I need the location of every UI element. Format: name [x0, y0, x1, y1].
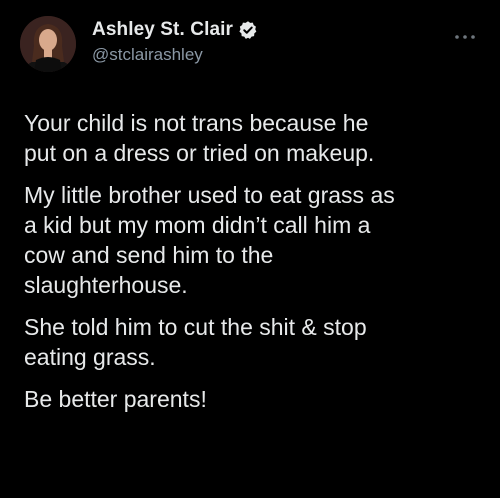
verified-badge-icon — [238, 20, 258, 40]
tweet-paragraph: Your child is not trans because he put o… — [24, 110, 375, 166]
user-handle[interactable]: @stclairashley — [92, 45, 258, 65]
name-row: Ashley St. Clair — [92, 18, 258, 42]
tweet-paragraph: Be better parents! — [24, 386, 207, 412]
avatar[interactable] — [20, 16, 76, 72]
tweet-card: Ashley St. Clair @stclairashley Your chi… — [0, 0, 500, 498]
tweet-text: Your child is not trans because he put o… — [24, 108, 486, 426]
avatar-image — [20, 16, 76, 72]
tweet-paragraph: My little brother used to eat grass as a… — [24, 182, 395, 298]
display-name[interactable]: Ashley St. Clair — [92, 19, 233, 41]
tweet-header: Ashley St. Clair @stclairashley — [92, 18, 258, 65]
tweet-paragraph: She told him to cut the shit & stop eati… — [24, 314, 367, 370]
more-options-icon[interactable] — [454, 28, 476, 39]
